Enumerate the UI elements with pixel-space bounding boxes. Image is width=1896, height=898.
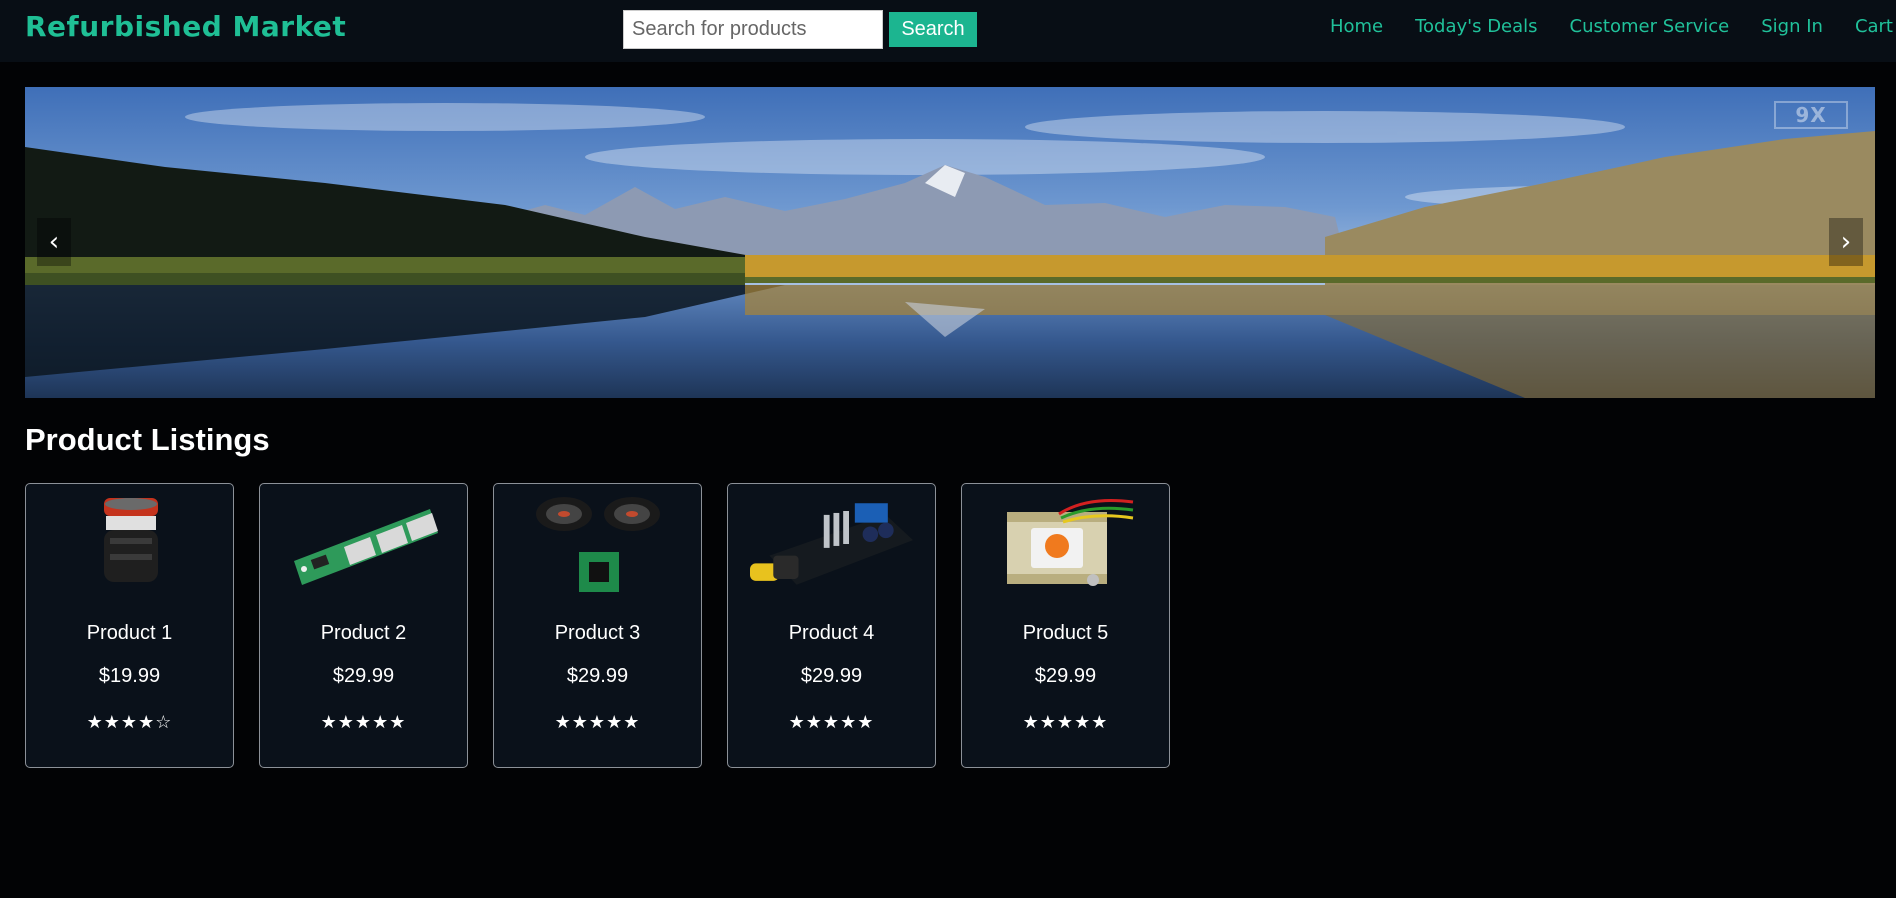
transformer-icon: [984, 494, 1149, 594]
brand-logo[interactable]: Refurbished Market: [25, 10, 346, 43]
product-card[interactable]: Product 3 $29.99 ★★★★★: [493, 483, 702, 768]
product-card[interactable]: Product 5 $29.99 ★★★★★: [961, 483, 1170, 768]
product-name: Product 3: [554, 622, 641, 644]
nav-link-customer-service[interactable]: Customer Service: [1570, 16, 1730, 37]
top-navbar: Refurbished Market Search Home Today's D…: [0, 0, 1896, 62]
product-price: $29.99: [800, 665, 863, 687]
product-name: Product 1: [86, 622, 173, 644]
hero-carousel: 9X ‹ ›: [25, 87, 1875, 398]
product-price: $29.99: [566, 665, 629, 687]
watermark-logo: 9X: [1774, 101, 1848, 129]
product-price: $29.99: [1034, 665, 1097, 687]
star-rating: ★★★★★: [554, 712, 641, 733]
product-listings-title: Product Listings: [25, 422, 270, 457]
speakers-amplifier-icon: [516, 494, 681, 594]
nav-link-todays-deals[interactable]: Today's Deals: [1415, 16, 1537, 37]
product-name: Product 2: [320, 622, 407, 644]
usb-board-icon: [282, 494, 447, 594]
product-price: $19.99: [98, 665, 161, 687]
product-name: Product 4: [788, 622, 875, 644]
nav-link-home[interactable]: Home: [1330, 16, 1383, 37]
product-name: Product 5: [1022, 622, 1109, 644]
product-price: $29.99: [332, 665, 395, 687]
star-rating: ★★★★★: [1022, 712, 1109, 733]
product-card[interactable]: Product 2 $29.99 ★★★★★: [259, 483, 468, 768]
microphone-capsule-icon: [48, 494, 213, 594]
star-rating: ★★★★☆: [86, 712, 173, 733]
nav-links: Home Today's Deals Customer Service Sign…: [1330, 16, 1893, 37]
carousel-next-button[interactable]: ›: [1829, 218, 1863, 266]
star-rating: ★★★★★: [788, 712, 875, 733]
search-button[interactable]: Search: [889, 12, 977, 47]
product-card[interactable]: Product 4 $29.99 ★★★★★: [727, 483, 936, 768]
carousel-prev-button[interactable]: ‹: [37, 218, 71, 266]
nav-link-sign-in[interactable]: Sign In: [1761, 16, 1823, 37]
product-grid: Product 1 $19.99 ★★★★☆ Product 2 $29.99 …: [25, 483, 1170, 768]
carousel-slide-image: [25, 87, 1875, 398]
nav-link-cart[interactable]: Cart: [1855, 16, 1893, 37]
motor-controller-icon: [750, 494, 915, 594]
product-card[interactable]: Product 1 $19.99 ★★★★☆: [25, 483, 234, 768]
search-input[interactable]: [623, 10, 883, 49]
star-rating: ★★★★★: [320, 712, 407, 733]
